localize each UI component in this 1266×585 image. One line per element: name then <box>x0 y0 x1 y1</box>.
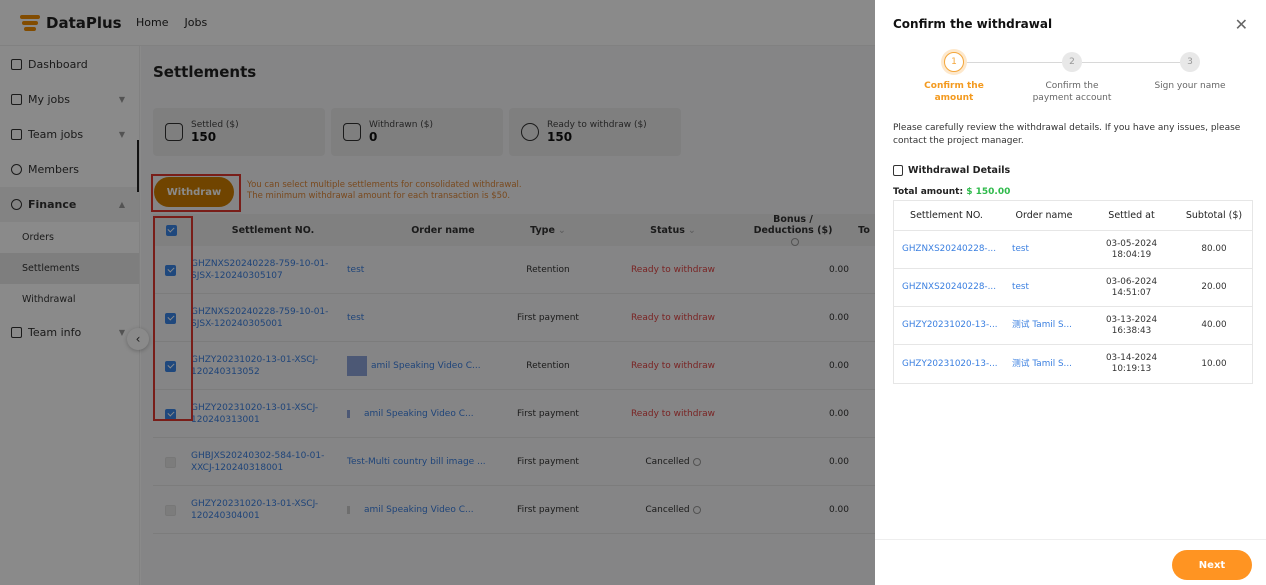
step-connector <box>964 62 1062 63</box>
step-label-line: amount <box>934 93 974 103</box>
details-row: GHZNXS20240228-... test 03-06-2024 14:51:07… <box>894 269 1252 307</box>
step-1-label: Confirm the amount <box>909 80 999 104</box>
withdraw-drawer: Confirm the withdrawal ✕ 1 2 3 Confirm t… <box>875 0 1266 585</box>
step-label-line: payment account <box>1032 93 1112 103</box>
total-label: Total amount: <box>893 187 964 197</box>
details-col-subtotal: Subtotal ($) <box>1185 210 1243 221</box>
settled-time: 16:38:43 <box>1111 325 1152 336</box>
details-table-header: Settlement NO. Order name Settled at Sub… <box>894 201 1252 231</box>
details-settlement-no[interactable]: GHZY20231020-13-... <box>894 345 999 383</box>
next-button[interactable]: Next <box>1172 550 1252 580</box>
details-heading-text: Withdrawal Details <box>908 165 1011 176</box>
step-label-line: Confirm the <box>1045 81 1099 91</box>
total-value: $ 150.00 <box>966 187 1011 197</box>
details-subtotal: 20.00 <box>1201 282 1227 292</box>
settled-date: 03-13-2024 <box>1105 314 1158 325</box>
close-icon[interactable]: ✕ <box>1235 15 1248 34</box>
step-connector <box>1082 62 1180 63</box>
details-settlement-no[interactable]: GHZNXS20240228-... <box>894 269 999 306</box>
step-3-label: Sign your name <box>1145 80 1235 92</box>
details-subtotal: 40.00 <box>1201 320 1227 330</box>
step-2-indicator: 2 <box>1062 52 1082 72</box>
details-settlement-no[interactable]: GHZY20231020-13-... <box>894 307 999 344</box>
details-row: GHZY20231020-13-... 测试 Tamil S... 03-13-20… <box>894 307 1252 345</box>
details-order-name[interactable]: test <box>1004 231 1089 268</box>
details-settled-at: 03-06-2024 14:51:07 <box>1089 269 1174 306</box>
details-settled-at: 03-14-2024 10:19:13 <box>1089 345 1174 383</box>
document-icon <box>893 165 903 176</box>
step-2-label: Confirm the payment account <box>1027 80 1117 104</box>
drawer-footer: Next <box>875 539 1266 585</box>
settled-time: 18:04:19 <box>1111 249 1152 260</box>
settled-date: 03-05-2024 <box>1105 238 1158 249</box>
settled-date: 03-14-2024 <box>1105 353 1158 363</box>
details-settlement-no[interactable]: GHZNXS20240228-... <box>894 231 999 268</box>
settled-time: 14:51:07 <box>1111 287 1152 298</box>
settled-time: 10:19:13 <box>1111 364 1152 374</box>
step-1-indicator: 1 <box>944 52 964 72</box>
details-subtotal: 80.00 <box>1201 244 1227 254</box>
withdraw-details-table: Settlement NO. Order name Settled at Sub… <box>893 200 1253 384</box>
details-col-settled-at: Settled at <box>1108 210 1155 221</box>
withdraw-description: Please carefully review the withdrawal d… <box>893 123 1241 146</box>
settled-date: 03-06-2024 <box>1105 276 1158 287</box>
drawer-title: Confirm the withdrawal <box>893 17 1053 31</box>
step-label-line: Sign your name <box>1154 81 1226 91</box>
details-settled-at: 03-05-2024 18:04:19 <box>1089 231 1174 268</box>
modal-overlay[interactable] <box>0 0 875 585</box>
details-row: GHZNXS20240228-... test 03-05-2024 18:04:19… <box>894 231 1252 269</box>
details-col-order: Order name <box>1015 210 1073 221</box>
details-col-settlement: Settlement NO. <box>910 210 983 221</box>
details-order-name[interactable]: test <box>1004 269 1089 306</box>
details-order-name[interactable]: 测试 Tamil S... <box>1004 307 1089 344</box>
details-subtotal: 10.00 <box>1201 358 1227 369</box>
details-order-name[interactable]: 测试 Tamil S... <box>1004 345 1089 383</box>
details-settled-at: 03-13-2024 16:38:43 <box>1089 307 1174 344</box>
details-row: GHZY20231020-13-... 测试 Tamil S... 03-14-20… <box>894 345 1252 383</box>
step-label-line: Confirm the <box>924 81 984 91</box>
total-amount: Total amount: $ 150.00 <box>893 187 1010 197</box>
step-3-indicator: 3 <box>1180 52 1200 72</box>
details-heading: Withdrawal Details <box>893 165 1010 176</box>
